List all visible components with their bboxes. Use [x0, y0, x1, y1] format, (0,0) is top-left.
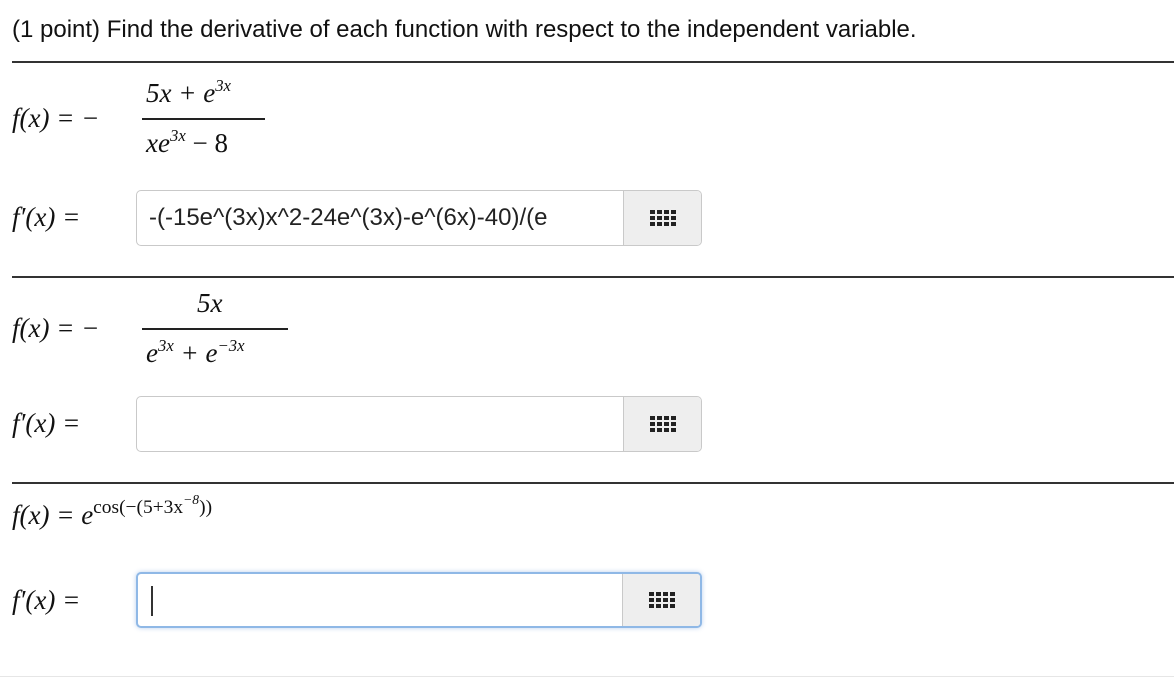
answer-input[interactable]: -(-15e^(3x)x^2-24e^(3x)-e^(6x)-40)/(e	[137, 191, 625, 245]
function-expression: f(x) = ecos(−(5+3x−8))	[12, 492, 213, 530]
fraction-bar	[142, 118, 265, 120]
answer-input[interactable]	[137, 397, 625, 451]
equation-editor-button[interactable]	[622, 574, 700, 626]
answer-input-box	[136, 396, 702, 452]
answer-input-box: -(-15e^(3x)x^2-24e^(3x)-e^(6x)-40)/(e	[136, 190, 702, 246]
grid-icon	[649, 210, 676, 226]
fraction-bar	[142, 328, 288, 330]
fraction-numerator: 5x	[197, 288, 223, 318]
grid-icon	[648, 592, 675, 608]
divider-2	[12, 482, 1174, 484]
derivative-label: f′(x) =	[12, 585, 81, 615]
divider-1	[12, 276, 1174, 278]
footer-divider	[0, 676, 1174, 677]
equation-editor-button[interactable]	[623, 397, 701, 451]
text-cursor	[151, 586, 153, 616]
fraction-numerator: 5x + e3x	[146, 76, 231, 108]
fraction-denominator: xe3x − 8	[146, 126, 228, 158]
derivative-label: f′(x) =	[12, 202, 81, 232]
fraction-denominator: e3x + e−3x	[146, 336, 245, 368]
answer-input[interactable]	[138, 574, 626, 626]
problem-header: (1 point) Find the derivative of each fu…	[12, 16, 917, 43]
derivative-label: f′(x) =	[12, 408, 81, 438]
function-label: f(x) = −	[12, 103, 100, 133]
function-label: f(x) = −	[12, 313, 100, 343]
equation-editor-button[interactable]	[623, 191, 701, 245]
grid-icon	[649, 416, 676, 432]
answer-input-box	[136, 572, 702, 628]
top-divider	[12, 61, 1174, 63]
